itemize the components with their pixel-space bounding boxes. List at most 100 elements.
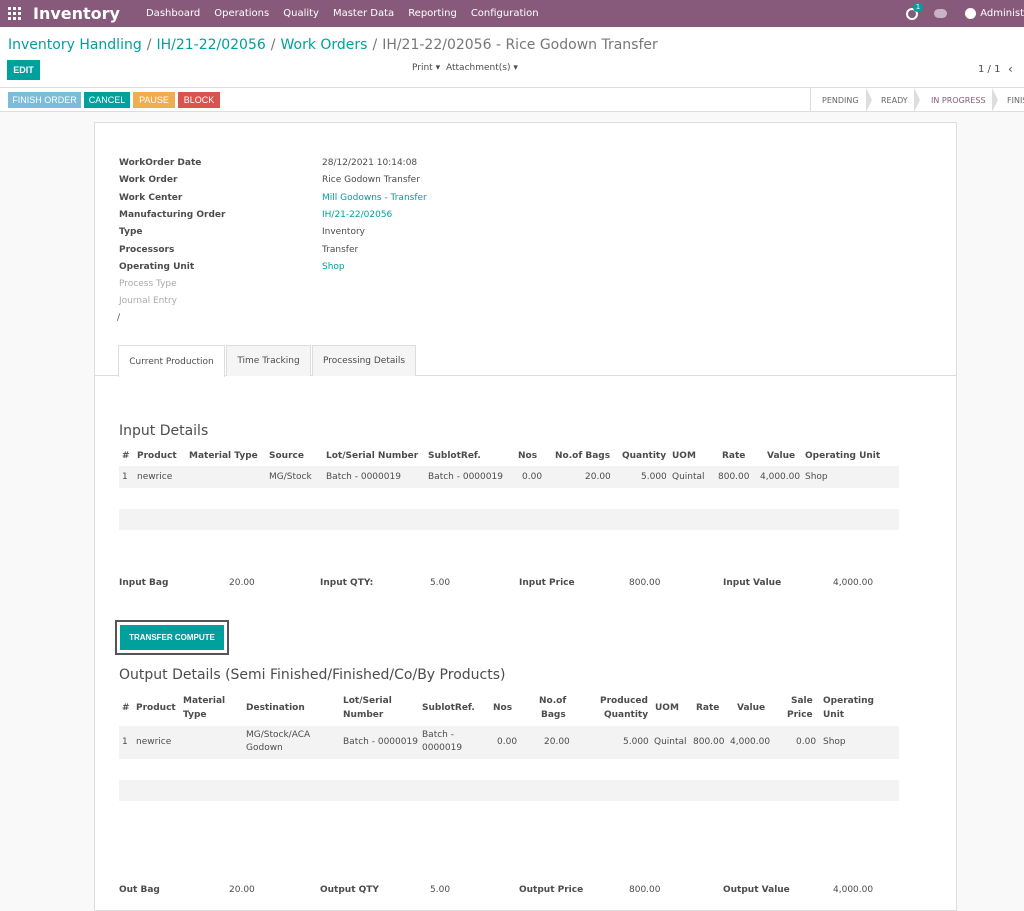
output-col-rate[interactable]: Rate	[696, 701, 719, 715]
stage-ready[interactable]: READY	[881, 88, 908, 112]
output-col-bags-2[interactable]: Bags	[541, 708, 566, 722]
input-cell-nos: 0.00	[522, 472, 543, 482]
processors-value: Transfer	[322, 245, 359, 255]
menu-reporting[interactable]: Reporting	[408, 8, 457, 19]
input-col-material-type[interactable]: Material Type	[189, 449, 258, 463]
input-price-value: 800.00	[629, 578, 661, 588]
apps-grid-icon[interactable]	[8, 7, 21, 20]
menu-quality[interactable]: Quality	[283, 8, 319, 19]
transfer-compute-button[interactable]: TRANSFER COMPUTE	[120, 625, 224, 650]
pager-value[interactable]: 1 / 1	[978, 64, 1000, 75]
out-bag-label: Out Bag	[119, 885, 160, 895]
output-cell-product: newrice	[136, 737, 172, 747]
output-qty-value: 5.00	[430, 885, 451, 895]
output-col-value[interactable]: Value	[737, 701, 765, 715]
type-label: Type	[119, 227, 143, 237]
input-col-rate[interactable]: Rate	[722, 449, 745, 463]
input-col-source[interactable]: Source	[269, 449, 304, 463]
input-cell-rate: 800.00	[718, 472, 750, 482]
output-col-sale-price-2[interactable]: Price	[787, 708, 813, 722]
input-cell-product: newrice	[137, 472, 173, 482]
edit-button[interactable]: EDIT	[7, 60, 40, 80]
menu-operations[interactable]: Operations	[214, 8, 269, 19]
user-avatar[interactable]	[965, 8, 977, 19]
tab-time-tracking[interactable]: Time Tracking	[226, 345, 311, 376]
menu-configuration[interactable]: Configuration	[471, 8, 539, 19]
input-col-nos[interactable]: Nos	[518, 449, 537, 463]
input-col-quantity[interactable]: Quantity	[622, 449, 666, 463]
output-col-sale-price-1[interactable]: Sale	[791, 694, 813, 708]
menu-master-data[interactable]: Master Data	[333, 8, 394, 19]
output-col-material-type-2[interactable]: Type	[183, 708, 206, 722]
output-value-value: 4,000.00	[833, 885, 874, 895]
stage-pending[interactable]: PENDING	[822, 88, 859, 112]
input-details-title: Input Details	[119, 423, 209, 439]
input-col-product[interactable]: Product	[137, 449, 177, 463]
chat-icon[interactable]	[934, 9, 948, 18]
input-cell-lot: Batch - 0000019	[326, 472, 401, 482]
output-col-destination[interactable]: Destination	[246, 701, 305, 715]
stage-in-progress[interactable]: IN PROGRESS	[931, 88, 986, 112]
operating-unit-label: Operating Unit	[119, 262, 195, 272]
output-cell-sale-price: 0.00	[796, 737, 817, 747]
output-cell-num: 1	[122, 737, 128, 747]
output-col-produced-2[interactable]: Quantity	[604, 708, 648, 722]
output-col-operating-unit-2[interactable]: Unit	[823, 708, 844, 722]
block-button[interactable]: BLOCK	[178, 92, 220, 108]
workorder-date-value: 28/12/2021 10:14:08	[322, 158, 418, 168]
output-col-operating-unit-1[interactable]: Operating	[823, 694, 874, 708]
finish-order-button[interactable]: FINISH ORDER	[8, 92, 81, 108]
input-cell-operating-unit: Shop	[805, 472, 828, 482]
output-col-bags-1[interactable]: No.of	[539, 694, 566, 708]
breadcrumb-ih-order[interactable]: IH/21-22/02056	[156, 37, 265, 53]
output-col-num[interactable]: #	[122, 701, 130, 715]
input-value-value: 4,000.00	[833, 578, 874, 588]
input-col-lot[interactable]: Lot/Serial Number	[326, 449, 418, 463]
output-price-label: Output Price	[519, 885, 584, 895]
output-col-material-type-1[interactable]: Material	[183, 694, 225, 708]
cancel-button[interactable]: CANCEL	[84, 92, 130, 108]
pause-button[interactable]: PAUSE	[133, 92, 175, 108]
menu-dashboard[interactable]: Dashboard	[146, 8, 200, 19]
output-col-produced-1[interactable]: Produced	[600, 694, 648, 708]
output-col-product[interactable]: Product	[136, 701, 176, 715]
attachments-dropdown[interactable]: Attachment(s) ▾	[446, 63, 518, 73]
output-col-lot-1[interactable]: Lot/Serial	[343, 694, 392, 708]
output-cell-destination-2: Godown	[246, 743, 283, 753]
process-type-label: Process Type	[119, 279, 177, 289]
stage-finished[interactable]: FINIS	[1007, 88, 1024, 112]
activity-badge: 1	[912, 2, 924, 12]
output-col-sublot[interactable]: SublotRef.	[422, 701, 475, 715]
stage-separator	[866, 88, 872, 112]
breadcrumb-work-orders[interactable]: Work Orders	[280, 37, 367, 53]
work-center-link[interactable]: Mill Godowns - Transfer	[322, 193, 427, 203]
output-col-nos[interactable]: Nos	[493, 701, 512, 715]
output-col-lot-2[interactable]: Number	[343, 708, 383, 722]
app-title[interactable]: Inventory	[33, 4, 120, 23]
output-col-uom[interactable]: UOM	[655, 701, 679, 715]
highlight-frame: TRANSFER COMPUTE	[115, 620, 229, 655]
tab-current-production[interactable]: Current Production	[118, 345, 225, 377]
breadcrumb-separator: /	[270, 37, 276, 53]
activity-icon[interactable]: 1	[906, 2, 924, 20]
manufacturing-order-link[interactable]: IH/21-22/02056	[322, 210, 392, 220]
output-cell-sublot-1: Batch -	[422, 730, 454, 740]
print-dropdown[interactable]: Print ▾	[412, 63, 440, 73]
operating-unit-link[interactable]: Shop	[322, 262, 345, 272]
breadcrumb-inventory-handling[interactable]: Inventory Handling	[8, 37, 142, 53]
input-col-bags[interactable]: No.of Bags	[555, 449, 610, 463]
input-col-uom[interactable]: UOM	[672, 449, 696, 463]
output-cell-value: 4,000.00	[730, 737, 771, 747]
input-col-operating-unit[interactable]: Operating Unit	[805, 449, 880, 463]
input-cell-bags: 20.00	[585, 472, 611, 482]
output-cell-sublot-2: 0000019	[422, 743, 463, 753]
input-bag-value: 20.00	[229, 578, 255, 588]
output-cell-rate: 800.00	[693, 737, 725, 747]
journal-entry-label: Journal Entry	[119, 296, 177, 306]
user-menu[interactable]: Administ	[980, 8, 1024, 19]
pager-previous-icon[interactable]: ‹	[1008, 62, 1013, 76]
input-col-sublot[interactable]: SublotRef.	[428, 449, 481, 463]
input-col-value[interactable]: Value	[767, 449, 795, 463]
tab-processing-details[interactable]: Processing Details	[312, 345, 416, 376]
input-col-num[interactable]: #	[122, 449, 130, 463]
